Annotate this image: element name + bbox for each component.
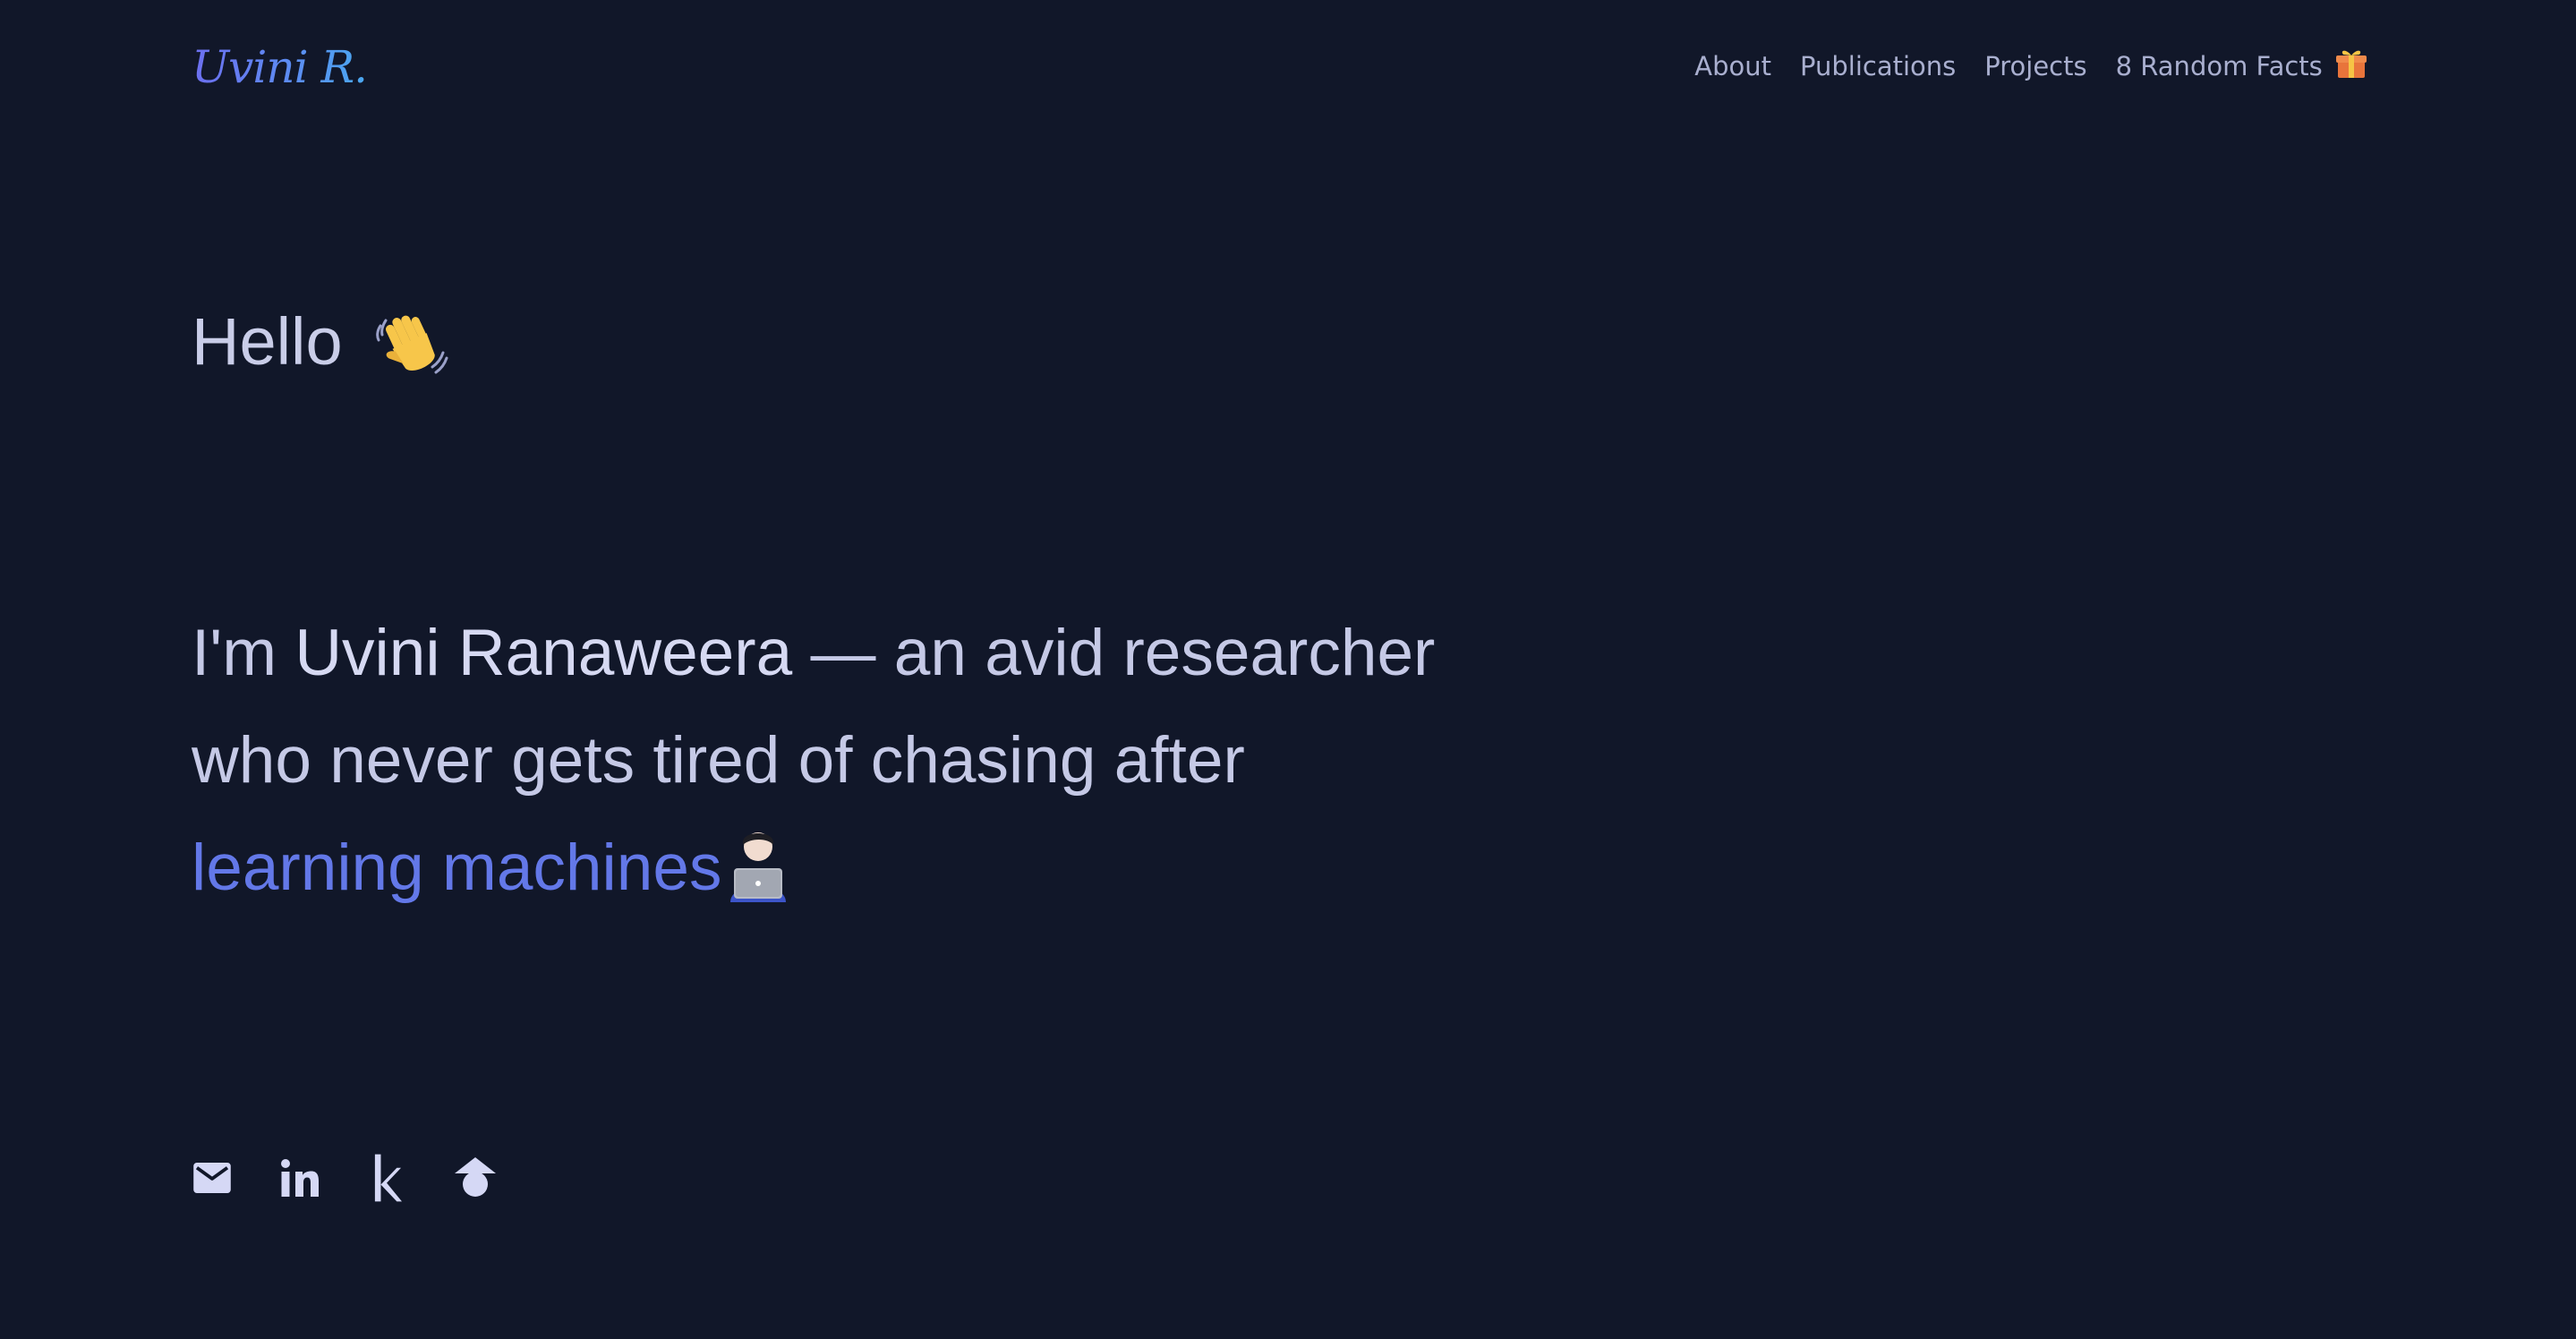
intro-statement: I'm Uvini Ranaweera — an avid researcher…: [192, 600, 1713, 922]
intro-line1-rest: — an avid researcher: [792, 617, 1436, 689]
nav-publications[interactable]: Publications: [1800, 45, 1956, 88]
kaggle-link[interactable]: [367, 1154, 408, 1202]
nav-about[interactable]: About: [1694, 45, 1771, 88]
google-scholar-link[interactable]: [455, 1155, 496, 1201]
greeting-text: Hello: [192, 304, 343, 379]
page: Uvini R. About Publications Projects 8 R…: [0, 0, 2576, 1339]
intro-name: Uvini Ranaweera: [294, 617, 793, 689]
intro-prefix: I'm: [192, 617, 295, 689]
nav-projects[interactable]: Projects: [1984, 45, 2086, 88]
linkedin-icon: [280, 1158, 320, 1198]
site-logo[interactable]: Uvini R.: [192, 38, 368, 97]
intro-line2: who never gets tired of chasing after: [192, 724, 1245, 797]
google-scholar-icon: [453, 1156, 498, 1200]
main-nav: About Publications Projects 8 Random Fac…: [1694, 45, 2368, 88]
intro-accent: learning machines: [192, 832, 722, 904]
linkedin-link[interactable]: [279, 1155, 320, 1201]
waving-hand-icon: [373, 304, 448, 380]
gift-icon: [2334, 47, 2368, 81]
nav-random-facts-label: 8 Random Facts: [2115, 51, 2323, 81]
email-link[interactable]: [192, 1155, 233, 1201]
social-links: [192, 1154, 496, 1202]
kaggle-icon: [373, 1154, 402, 1202]
greeting: Hello: [192, 297, 448, 387]
nav-random-facts[interactable]: 8 Random Facts: [2116, 45, 2368, 88]
technologist-laptop-icon: [723, 827, 793, 902]
email-icon: [193, 1163, 231, 1193]
